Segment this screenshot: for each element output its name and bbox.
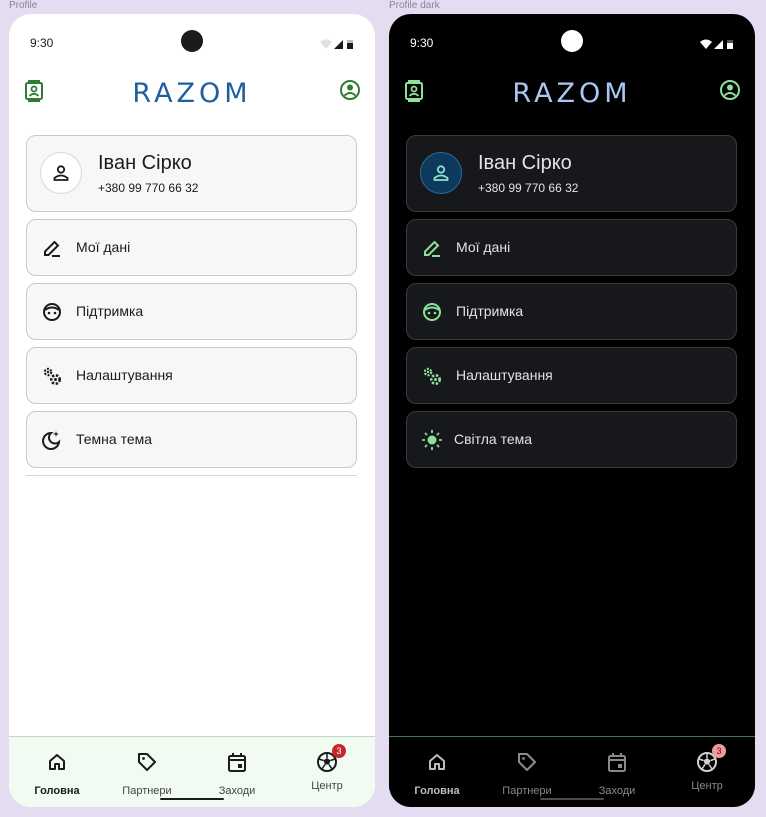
settings-gears-icon <box>43 367 61 385</box>
profile-card[interactable]: Іван Сірко +380 99 770 66 32 <box>406 135 737 212</box>
nav-label-home: Головна <box>414 785 460 797</box>
nav-partners[interactable]: Партнери <box>112 751 182 797</box>
edit-icon <box>424 240 440 257</box>
center-icon-wrap: 3 <box>696 744 726 773</box>
status-time: 9:30 <box>30 36 54 50</box>
bottom-nav: Головна Партнери Заходи 3 Центр <box>9 736 375 807</box>
menu-item-support[interactable]: Підтримка <box>406 283 737 340</box>
divider <box>26 475 357 476</box>
nav-label-home: Головна <box>34 785 80 797</box>
gesture-bar[interactable] <box>540 798 604 800</box>
nav-label-partners: Партнери <box>122 785 172 797</box>
face-support-icon <box>43 303 61 321</box>
frame-label-dark: Profile dark <box>389 0 440 11</box>
home-icon <box>49 754 65 770</box>
moon-stars-icon <box>42 431 61 450</box>
nav-events[interactable]: Заходи <box>582 751 652 797</box>
menu-label-support: Підтримка <box>76 303 144 319</box>
frame-label-light: Profile <box>9 0 38 11</box>
profile-card[interactable]: Іван Сірко +380 99 770 66 32 <box>26 135 357 212</box>
account-circle-icon[interactable] <box>339 79 361 101</box>
tag-icon <box>138 753 156 771</box>
nav-home[interactable]: Головна <box>22 751 92 797</box>
status-bar: 9:30 <box>9 30 375 52</box>
menu-item-settings[interactable]: Налаштування <box>26 347 357 404</box>
profile-phone: +380 99 770 66 32 <box>98 181 199 195</box>
nav-center[interactable]: 3 Центр <box>292 744 362 792</box>
signal-icons <box>320 39 353 49</box>
nav-label-events: Заходи <box>598 785 636 797</box>
tag-icon <box>518 753 536 771</box>
center-icon-wrap: 3 <box>316 744 346 773</box>
person-icon <box>53 165 69 181</box>
nav-events[interactable]: Заходи <box>202 751 272 797</box>
menu-item-support[interactable]: Підтримка <box>26 283 357 340</box>
home-icon <box>429 754 445 770</box>
menu-item-theme[interactable]: Темна тема <box>26 411 357 468</box>
bottom-nav: Головна Партнери Заходи 3 Центр <box>389 736 755 807</box>
signal-icons <box>700 39 733 49</box>
notification-badge: 3 <box>712 744 726 758</box>
calendar-icon <box>228 753 246 772</box>
avatar <box>40 152 82 194</box>
menu-label-settings: Налаштування <box>456 367 553 383</box>
nav-label-events: Заходи <box>218 785 256 797</box>
app-logo: RAZOM <box>512 78 632 109</box>
notification-badge: 3 <box>332 744 346 758</box>
app-bar: RAZOM <box>9 76 375 116</box>
camera-cutout <box>561 30 583 52</box>
account-circle-icon[interactable] <box>719 79 741 101</box>
sun-icon <box>422 430 442 450</box>
phone-dark: 9:30 RAZOM Іван Сірко +380 99 770 66 32 … <box>389 14 755 807</box>
nav-label-center: Центр <box>311 780 343 792</box>
nav-home[interactable]: Головна <box>402 751 472 797</box>
menu-item-my-data[interactable]: Мої дані <box>26 219 357 276</box>
status-time: 9:30 <box>410 36 434 50</box>
profile-name: Іван Сірко <box>98 152 192 174</box>
menu-label-settings: Налаштування <box>76 367 173 383</box>
settings-gears-icon <box>423 367 441 385</box>
status-bar-dark: 9:30 <box>389 30 755 52</box>
person-icon <box>433 165 449 181</box>
menu-label-support: Підтримка <box>456 303 524 319</box>
app-bar-dark: RAZOM <box>389 76 755 116</box>
nav-partners[interactable]: Партнери <box>492 751 562 797</box>
menu-label-dark-theme: Темна тема <box>76 431 153 447</box>
app-logo: RAZOM <box>132 78 252 109</box>
avatar <box>420 152 462 194</box>
menu-item-my-data[interactable]: Мої дані <box>406 219 737 276</box>
face-support-icon <box>423 303 441 321</box>
menu-label-my-data: Мої дані <box>76 239 131 255</box>
menu-item-theme[interactable]: Світла тема <box>406 411 737 468</box>
menu-label-my-data: Мої дані <box>456 239 511 255</box>
profile-phone: +380 99 770 66 32 <box>478 181 579 195</box>
nav-label-partners: Партнери <box>502 785 552 797</box>
gesture-bar[interactable] <box>160 798 224 800</box>
menu-label-light-theme: Світла тема <box>454 431 533 447</box>
camera-cutout <box>181 30 203 52</box>
phone-light: 9:30 RAZOM Іван Сірко +380 99 770 66 32 … <box>9 14 375 807</box>
edit-icon <box>44 240 60 257</box>
calendar-icon <box>608 753 626 772</box>
profile-name: Іван Сірко <box>478 152 572 174</box>
nav-center[interactable]: 3 Центр <box>672 744 742 792</box>
menu-item-settings[interactable]: Налаштування <box>406 347 737 404</box>
nav-label-center: Центр <box>691 780 723 792</box>
